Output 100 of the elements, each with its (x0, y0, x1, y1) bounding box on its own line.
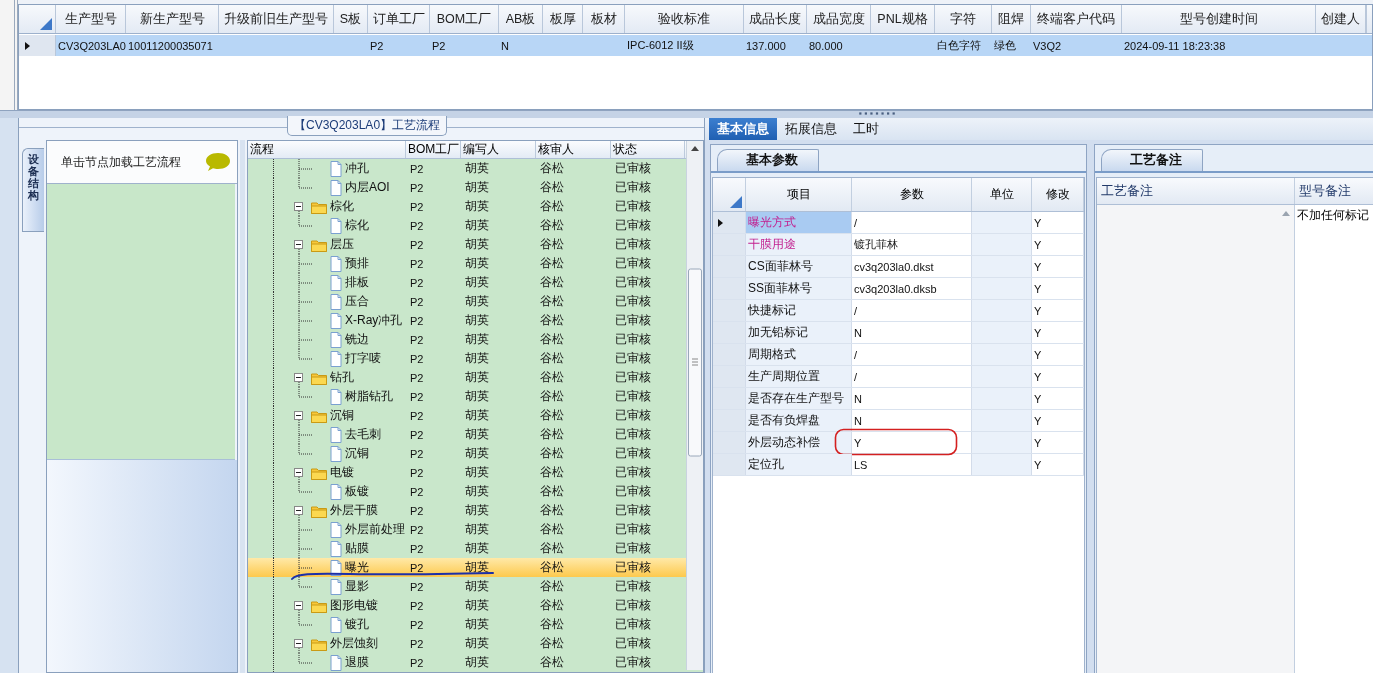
column-header[interactable]: 创建人 (1316, 5, 1366, 33)
tree-row[interactable]: 图形电镀 P2 胡英 谷松 已审核 (248, 596, 686, 615)
tree-row[interactable]: 曝光 P2 胡英 谷松 已审核 (248, 558, 686, 577)
column-header[interactable]: 阻焊 (992, 5, 1031, 33)
table-cell: Y (1032, 300, 1084, 321)
column-header[interactable]: AB板 (499, 5, 543, 33)
column-header[interactable]: 流程 (248, 141, 406, 158)
tree-label: 棕化 (330, 198, 354, 215)
column-header[interactable]: PNL规格 (871, 5, 935, 33)
row-header[interactable] (713, 212, 746, 233)
tree-row[interactable]: X-Ray冲孔 P2 胡英 谷松 已审核 (248, 311, 686, 330)
table-cell-text: 谷松 (539, 388, 565, 405)
tree-row[interactable]: 铣边 P2 胡英 谷松 已审核 (248, 330, 686, 349)
column-header[interactable]: 修改 (1032, 178, 1084, 211)
column-header[interactable]: 终端客户代码 (1031, 5, 1122, 33)
table-cell-text: 已审核 (614, 540, 652, 557)
collapse-icon[interactable] (294, 411, 303, 420)
table-cell-text: 胡英 (464, 198, 490, 215)
column-header[interactable]: S板 (334, 5, 368, 33)
column-header[interactable]: 新生产型号 (126, 5, 219, 33)
table-cell: 外层动态补偿 (746, 432, 852, 453)
scrollbar[interactable] (686, 141, 703, 670)
tab[interactable]: 基本参数 (717, 149, 819, 171)
tree-row[interactable]: 外层干膜 P2 胡英 谷松 已审核 (248, 501, 686, 520)
collapse-icon[interactable] (294, 468, 303, 477)
collapse-icon[interactable] (294, 506, 303, 515)
tree-row[interactable]: 去毛刺 P2 胡英 谷松 已审核 (248, 425, 686, 444)
tree-row[interactable]: 树脂钻孔 P2 胡英 谷松 已审核 (248, 387, 686, 406)
tree-row[interactable]: 沉铜 P2 胡英 谷松 已审核 (248, 406, 686, 425)
tab[interactable]: 工艺备注 (1101, 149, 1203, 171)
document-icon (330, 350, 342, 367)
tree-row[interactable]: 棕化 P2 胡英 谷松 已审核 (248, 216, 686, 235)
column-header[interactable]: 项目 (746, 178, 852, 211)
tree-row[interactable]: 外层前处理 P2 胡英 谷松 已审核 (248, 520, 686, 539)
tree-row[interactable]: 棕化 P2 胡英 谷松 已审核 (248, 197, 686, 216)
table-cell-text: 胡英 (464, 255, 490, 272)
collapse-icon[interactable] (294, 601, 303, 610)
tree-row[interactable]: 外层蚀刻 P2 胡英 谷松 已审核 (248, 634, 686, 653)
tree-row[interactable]: 显影 P2 胡英 谷松 已审核 (248, 577, 686, 596)
tab[interactable]: 基本信息 (709, 118, 777, 140)
column-header[interactable]: 验收标准 (625, 5, 744, 33)
column-header[interactable]: 单位 (972, 178, 1032, 211)
column-header[interactable]: BOM工厂 (406, 141, 461, 158)
collapse-icon[interactable] (294, 202, 303, 211)
corner-triangle-icon[interactable] (730, 196, 742, 208)
collapse-icon[interactable] (294, 240, 303, 249)
column-header[interactable]: 订单工厂 (368, 5, 430, 33)
tree-row[interactable]: 沉铜 P2 胡英 谷松 已审核 (248, 444, 686, 463)
column-header[interactable]: 升级前旧生产型号 (219, 5, 334, 33)
table-cell: Y (1032, 322, 1084, 343)
column-header[interactable]: 生产型号 (56, 5, 126, 33)
table-cell-text: 谷松 (539, 445, 565, 462)
splitter-grip[interactable] (856, 111, 897, 116)
column-header[interactable]: 板厚 (543, 5, 583, 33)
table-cell-text: 谷松 (539, 654, 565, 671)
tree-row[interactable]: 退膜 P2 胡英 谷松 已审核 (248, 653, 686, 672)
folder-icon (311, 503, 327, 518)
table-cell-text: 胡英 (464, 635, 490, 652)
column-header[interactable]: 工艺备注 (1097, 178, 1295, 204)
table-cell-text: 谷松 (539, 426, 565, 443)
tree-row[interactable]: 层压 P2 胡英 谷松 已审核 (248, 235, 686, 254)
column-header[interactable]: 状态 (611, 141, 685, 158)
column-header[interactable]: 成品长度 (744, 5, 807, 33)
tab[interactable]: 拓展信息 (777, 118, 845, 140)
column-header[interactable]: BOM工厂 (430, 5, 499, 33)
column-header[interactable]: 成品宽度 (807, 5, 871, 33)
tab[interactable]: 工时 (845, 118, 887, 140)
collapse-icon[interactable] (294, 373, 303, 382)
column-header[interactable]: 型号创建时间 (1122, 5, 1316, 33)
table-cell-text: 已审核 (614, 483, 652, 500)
tree-row[interactable]: 压合 P2 胡英 谷松 已审核 (248, 292, 686, 311)
column-header[interactable]: 编写人 (461, 141, 536, 158)
tree-row[interactable]: 镀孔 P2 胡英 谷松 已审核 (248, 615, 686, 634)
tree-row[interactable]: 预排 P2 胡英 谷松 已审核 (248, 254, 686, 273)
corner-triangle-icon[interactable] (40, 18, 52, 30)
collapse-icon[interactable] (294, 639, 303, 648)
tree-row[interactable]: 板镀 P2 胡英 谷松 已审核 (248, 482, 686, 501)
tree-row[interactable]: 内层AOI P2 胡英 谷松 已审核 (248, 178, 686, 197)
column-header[interactable]: 型号备注 (1295, 178, 1373, 204)
tree-row[interactable]: 打字唛 P2 胡英 谷松 已审核 (248, 349, 686, 368)
table-cell-text: 谷松 (539, 255, 565, 272)
scroll-up-icon[interactable] (1281, 209, 1291, 217)
tree-row[interactable]: 冲孔 P2 胡英 谷松 已审核 (248, 159, 686, 178)
column-header[interactable]: 参数 (852, 178, 972, 211)
table-cell-text: 谷松 (539, 597, 565, 614)
table-cell: 快捷标记 (746, 300, 852, 321)
column-header[interactable]: 板材 (583, 5, 625, 33)
tree-row[interactable]: 贴膜 P2 胡英 谷松 已审核 (248, 539, 686, 558)
folder-icon (311, 199, 327, 214)
tree-row[interactable]: 钻孔 P2 胡英 谷松 已审核 (248, 368, 686, 387)
folder-icon (311, 237, 327, 252)
tree-row[interactable]: 排板 P2 胡英 谷松 已审核 (248, 273, 686, 292)
table-cell-text: P2 (409, 541, 425, 557)
table-cell-text: 10011200035071 (127, 38, 214, 54)
table-cell-text: P2 (409, 560, 425, 576)
table-cell: Y (1032, 366, 1084, 387)
tree-row[interactable]: 电镀 P2 胡英 谷松 已审核 (248, 463, 686, 482)
side-tab[interactable]: 设备结构 (22, 148, 44, 232)
column-header[interactable]: 核审人 (536, 141, 611, 158)
column-header[interactable]: 字符 (935, 5, 992, 33)
